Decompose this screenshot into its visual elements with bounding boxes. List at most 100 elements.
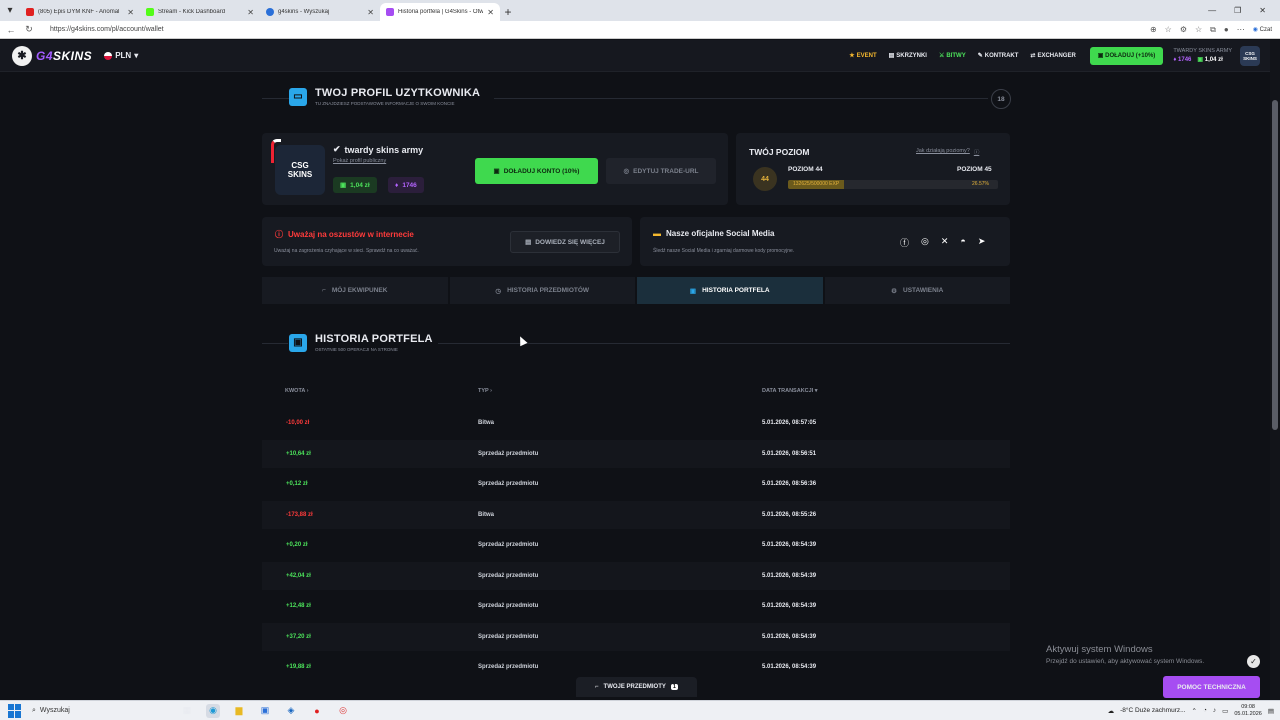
nav-exchanger[interactable]: ⇄ EXCHANGER [1030, 52, 1075, 60]
url-field[interactable]: https://g4skins.com/pl/account/wallet [50, 26, 1150, 33]
facebook-icon[interactable]: ⓕ [900, 236, 909, 249]
task-view-icon[interactable]: ▦ [180, 704, 194, 718]
edge-icon[interactable]: ◉ [206, 703, 220, 718]
wallet-section-title: ▣ HISTORIA PORTFELA OSTATNIE 500 OPERACJ… [289, 333, 433, 352]
close-tab-icon[interactable]: ✕ [247, 8, 254, 17]
close-window-icon[interactable]: ✕ [1259, 6, 1266, 15]
profile-name-text: twardy skins army [344, 144, 424, 155]
column-header-amount[interactable]: KWOTA › [285, 388, 309, 394]
minimize-icon[interactable]: — [1208, 6, 1216, 15]
install-app-icon[interactable]: ⊕ [1150, 25, 1157, 34]
chrome-icon[interactable]: ◎ [336, 704, 350, 718]
column-label: TYP [478, 388, 489, 394]
weather-text[interactable]: -8°C Duże zachmurz... [1120, 707, 1185, 714]
user-balances: ♦ 1746 ▣ 1,04 zł [1173, 56, 1232, 65]
support-button[interactable]: POMOC TECHNICZNA [1163, 676, 1260, 698]
close-tab-icon[interactable]: ✕ [367, 8, 374, 17]
amount-cell: +19,88 zł [286, 664, 311, 670]
maximize-icon[interactable]: ❐ [1234, 6, 1241, 15]
close-tab-icon[interactable]: ✕ [127, 8, 134, 17]
learn-more-button[interactable]: ▤ DOWIEDZ SIĘ WIĘCEJ [510, 231, 620, 253]
taskbar-search[interactable]: ⌕ Wyszukaj [32, 707, 172, 715]
close-tab-icon[interactable]: ✕ [487, 8, 494, 17]
table-row: -10,00 zł Bitwa 5.01.2026, 08:57:05 [262, 409, 1010, 437]
collections-icon[interactable]: ⧉ [1210, 25, 1216, 35]
amount-cell: -173,88 zł [286, 511, 313, 518]
gun-icon: ⌐ [322, 287, 326, 294]
level-exp: 132625/500000 EXP [793, 181, 840, 187]
nav-skrzynki[interactable]: ▤ SKRZYNKI [889, 52, 927, 60]
copilot-button[interactable]: ◉ Czat [1253, 26, 1272, 33]
page-scrollbar[interactable] [1270, 40, 1280, 700]
check-icon[interactable]: ✓ [1247, 655, 1260, 668]
column-header-date[interactable]: DATA TRANSAKCJI ▾ [762, 388, 818, 394]
profile-icon[interactable]: ● [1224, 25, 1229, 34]
date-cell: 5.01.2026, 08:57:05 [762, 420, 817, 426]
tab-item-history[interactable]: ◷ HISTORIA PRZEDMIOTÓW [449, 277, 635, 304]
wallet-icon: ▣ [1097, 53, 1104, 59]
weather-icon: ☁ [1107, 707, 1115, 715]
instagram-icon[interactable]: ◎ [921, 236, 929, 249]
nav-bitwy[interactable]: ⚔ BITWY [939, 52, 966, 60]
level-help-link[interactable]: Jak działają poziomy? ⓘ [916, 148, 979, 156]
browser-tab-youtube[interactable]: (805) Epis DYM KNF - Anomal ✕ [20, 3, 140, 21]
your-items-button[interactable]: ⌐ TWOJE PRZEDMIOTY 1 [576, 677, 697, 697]
favorites-icon[interactable]: ☆ [1195, 25, 1202, 34]
browser-tab-wallet[interactable]: Historia portfela | G4Skins - Otwie ✕ [380, 3, 500, 21]
scrollbar-thumb[interactable] [1272, 100, 1278, 430]
browser-tab-kick[interactable]: Stream - Kick Dashboard ✕ [140, 3, 260, 21]
sort-down-icon: ▾ [814, 388, 818, 394]
volume-icon[interactable]: ♪ [1213, 707, 1216, 714]
candy-cane-icon [271, 139, 281, 163]
column-header-type[interactable]: TYP › [478, 388, 492, 394]
extensions-icon[interactable]: ⚙ [1180, 25, 1187, 34]
edit-trade-url-button[interactable]: ◎ EDYTUJ TRADE-URL [606, 158, 716, 184]
clock[interactable]: 09:08 05.01.2026 [1234, 704, 1262, 718]
avatar-line-2: SKINS [287, 170, 313, 179]
refresh-icon[interactable]: ↻ [22, 24, 36, 35]
tab-settings[interactable]: ⚙ USTAWIENIA [824, 277, 1010, 304]
tab-wallet-history[interactable]: ▣ HISTORIA PORTFELA [637, 277, 823, 304]
nav-label: EVENT [856, 52, 877, 59]
header-deposit-button[interactable]: ▣ DOŁADUJ (+10%) [1089, 46, 1164, 65]
site-logo[interactable]: ✱ G4SKINS [12, 45, 92, 66]
balance-pill: ▣ 1,04 zł [333, 177, 377, 193]
more-icon[interactable]: ⋯ [1237, 25, 1245, 34]
record-icon[interactable]: ● [310, 704, 324, 718]
tray-chevron-icon[interactable]: ⌃ [1192, 707, 1197, 715]
back-icon[interactable]: ← [4, 25, 18, 35]
avatar[interactable]: CSG SKINS [1240, 45, 1260, 66]
points-value: 1746 [402, 181, 417, 189]
deposit-button[interactable]: ▣ DOŁADUJ KONTO (10%) [475, 158, 598, 184]
favorite-star-icon[interactable]: ☆ [1165, 25, 1172, 34]
tab-inventory[interactable]: ⌐ MÓJ EKWIPUNEK [262, 277, 448, 304]
battery-icon[interactable]: ▭ [1222, 707, 1228, 715]
x-icon[interactable]: ✕ [941, 236, 949, 249]
alert-icon: ⓘ [275, 230, 283, 239]
nav-event[interactable]: ★ EVENT [849, 52, 877, 60]
tab-menu-icon[interactable]: ▾ [0, 0, 20, 21]
outlook-icon[interactable]: ◈ [284, 704, 298, 718]
currency-select[interactable]: PLN ▾ [104, 51, 138, 60]
user-summary[interactable]: TWARDY SKINS ARMY ♦ 1746 ▣ 1,04 zł [1173, 47, 1232, 65]
points: ♦ 1746 [1173, 56, 1191, 65]
windows-taskbar: ⌕ Wyszukaj ▦ ◉ ▆ ▣ ◈ ● ◎ ☁ -8°C Duże zach… [0, 700, 1280, 720]
file-explorer-icon[interactable]: ▆ [232, 704, 246, 718]
new-tab-button[interactable]: + [500, 3, 516, 21]
telegram-icon[interactable]: ➤ [978, 236, 986, 249]
nav-label: KONTRAKT [984, 52, 1019, 59]
divider [262, 343, 288, 344]
tab-title: g4skins - Wyszukaj [278, 9, 330, 15]
date-cell: 5.01.2026, 08:54:39 [762, 542, 817, 548]
public-profile-link[interactable]: Pokaż profil publiczny [333, 158, 386, 164]
discord-icon[interactable]: ◓ [960, 236, 965, 249]
store-icon[interactable]: ▣ [258, 704, 272, 718]
browser-tab-search[interactable]: g4skins - Wyszukaj ✕ [260, 3, 380, 21]
network-icon[interactable]: ◔ [1203, 707, 1207, 714]
type-cell: Sprzedaż przedmiotu [478, 633, 539, 640]
windows-start-icon[interactable] [8, 703, 22, 718]
notifications-icon[interactable]: ▤ [1268, 707, 1274, 715]
type-cell: Sprzedaż przedmiotu [478, 542, 539, 548]
nav-kontrakt[interactable]: ✎ KONTRAKT [978, 52, 1019, 60]
amount-cell: +0,20 zł [286, 542, 308, 548]
